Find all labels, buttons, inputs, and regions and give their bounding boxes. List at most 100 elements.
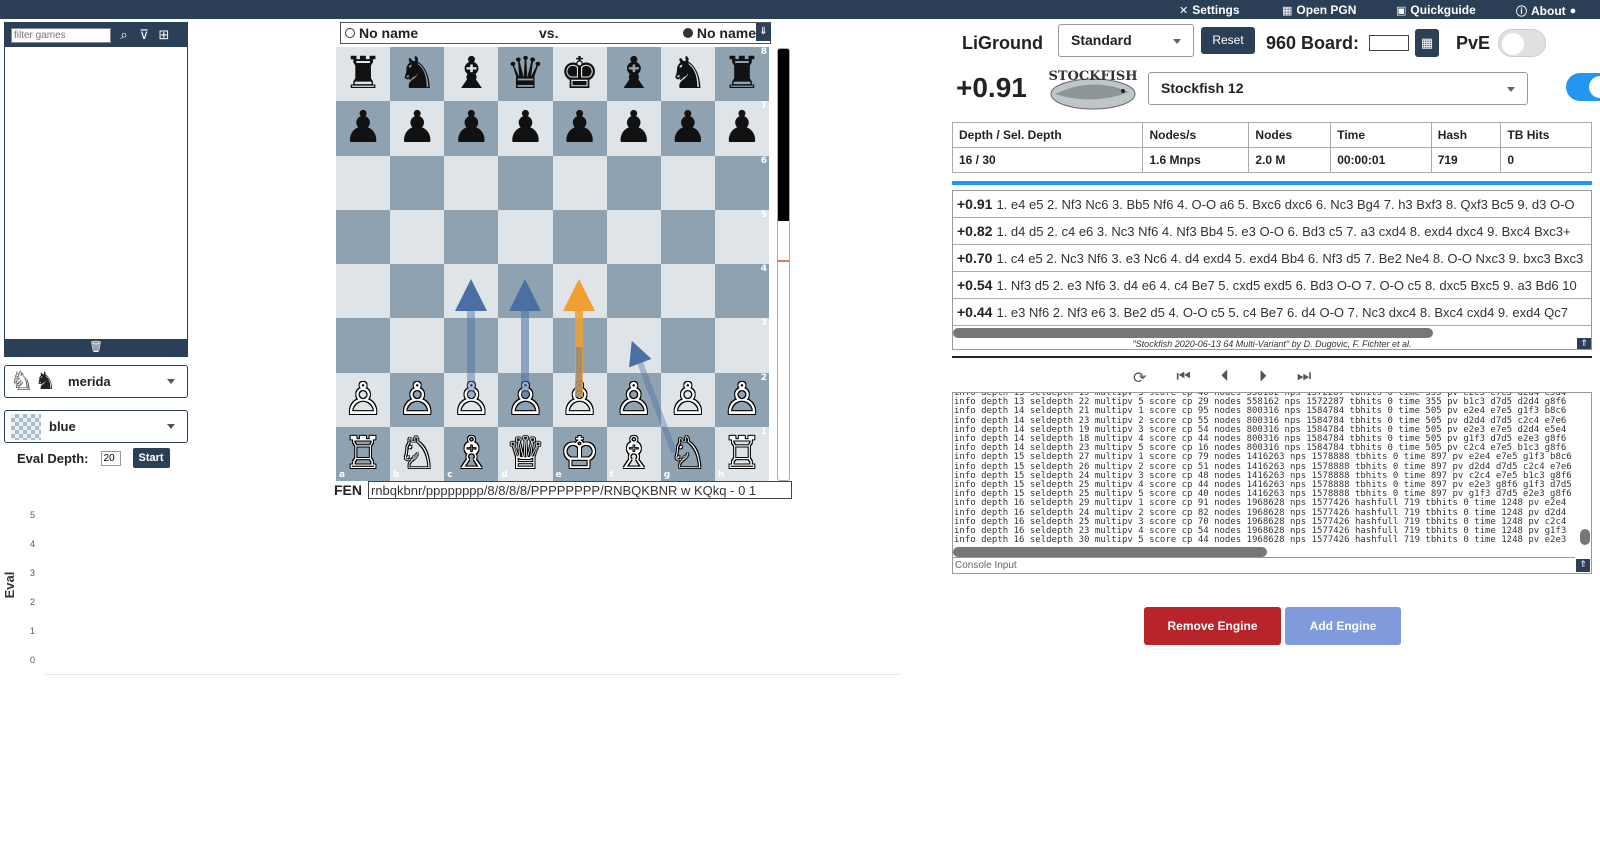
chess-piece-icon[interactable]: ♟ — [343, 106, 382, 150]
pv-horizontal-scrollbar[interactable] — [953, 328, 1433, 338]
console-vertical-scrollbar[interactable] — [1580, 529, 1590, 545]
square-e4[interactable] — [552, 264, 607, 319]
square-a1[interactable]: ♖ a — [336, 426, 391, 481]
square-d1[interactable]: ♕ d — [498, 426, 553, 481]
square-c4[interactable] — [444, 264, 499, 319]
square-g1[interactable]: ♘ g — [660, 426, 715, 481]
chess-piece-icon[interactable]: ♟ — [614, 106, 653, 150]
quickguide-menu[interactable]: ▣ Quickguide — [1396, 3, 1476, 17]
console-input[interactable]: Console Input — [953, 557, 1575, 573]
square-c2[interactable]: ♙ — [444, 372, 499, 427]
chess-piece-icon[interactable]: ♟ — [722, 106, 761, 150]
black-player-name[interactable]: No name — [697, 25, 756, 41]
square-b7[interactable]: ♟ — [390, 101, 445, 156]
chess-piece-icon[interactable]: ♜ — [343, 52, 382, 96]
square-d4[interactable] — [498, 264, 553, 319]
chess-piece-icon[interactable]: ♟ — [397, 106, 436, 150]
variant-select[interactable]: Standard — [1058, 24, 1194, 57]
first-move-icon[interactable]: ⏮ — [1176, 368, 1190, 388]
console-horizontal-scrollbar[interactable] — [953, 547, 1267, 557]
engine-toggle[interactable] — [1566, 73, 1600, 101]
square-e5[interactable] — [552, 209, 607, 264]
square-a4[interactable] — [336, 264, 391, 319]
square-b5[interactable] — [390, 209, 445, 264]
chess-piece-icon[interactable]: ♗ — [614, 431, 653, 476]
chess-piece-icon[interactable]: ♔ — [560, 431, 599, 476]
chess-piece-icon[interactable]: ♟ — [506, 106, 545, 150]
square-d7[interactable]: ♟ — [498, 101, 553, 156]
engine-select[interactable]: Stockfish 12 — [1148, 72, 1528, 105]
square-a7[interactable]: ♟ — [336, 101, 391, 156]
search-icon[interactable]: ⌕ — [117, 27, 131, 43]
square-g6[interactable] — [660, 155, 715, 210]
square-h7[interactable]: ♟ 7 — [714, 101, 769, 156]
chess-piece-icon[interactable]: ♝ — [614, 52, 653, 96]
square-d8[interactable]: ♛ — [498, 47, 553, 102]
square-h4[interactable]: 4 — [714, 264, 769, 319]
square-f7[interactable]: ♟ — [606, 101, 661, 156]
square-c1[interactable]: ♗ c — [444, 426, 499, 481]
delete-games-button[interactable]: 🗑 — [5, 339, 187, 356]
square-c7[interactable]: ♟ — [444, 101, 499, 156]
fen-input[interactable] — [368, 481, 792, 499]
next-move-icon[interactable]: ⏵ — [1259, 368, 1267, 388]
square-f8[interactable]: ♝ — [606, 47, 661, 102]
filter-games-input[interactable] — [11, 27, 111, 43]
square-h8[interactable]: ♜ 8 — [714, 47, 769, 102]
chess-piece-icon[interactable]: ♝ — [452, 52, 491, 96]
square-d3[interactable] — [498, 318, 553, 373]
eval-depth-input[interactable] — [100, 450, 121, 466]
square-e8[interactable]: ♚ — [552, 47, 607, 102]
square-h6[interactable]: 6 — [714, 155, 769, 210]
remove-engine-button[interactable]: Remove Engine — [1144, 607, 1281, 645]
square-c6[interactable] — [444, 155, 499, 210]
pve-toggle[interactable] — [1498, 29, 1547, 57]
chess-piece-icon[interactable]: ♞ — [397, 52, 436, 96]
pv-line[interactable]: +0.44 1. e3 Nf6 2. Nf3 e6 3. Be2 d5 4. O-… — [953, 299, 1591, 326]
chess-piece-icon[interactable]: ♟ — [560, 106, 599, 150]
square-g7[interactable]: ♟ — [660, 101, 715, 156]
chess-piece-icon[interactable]: ♙ — [343, 377, 382, 422]
chess-piece-icon[interactable]: ♙ — [506, 377, 545, 422]
square-a6[interactable] — [336, 155, 391, 210]
chess-piece-icon[interactable]: ♙ — [614, 377, 653, 422]
chess-piece-icon[interactable]: ♙ — [668, 377, 707, 422]
square-c5[interactable] — [444, 209, 499, 264]
square-e7[interactable]: ♟ — [552, 101, 607, 156]
square-h3[interactable]: 3 — [714, 318, 769, 373]
chess-piece-icon[interactable]: ♘ — [397, 431, 436, 476]
pv-line[interactable]: +0.54 1. Nf3 d5 2. e3 Nf6 3. d4 e6 4. c4 … — [953, 272, 1591, 299]
open-pgn-menu[interactable]: ▦ Open PGN — [1282, 3, 1356, 17]
square-b3[interactable] — [390, 318, 445, 373]
board-theme-select[interactable]: blue — [4, 410, 188, 443]
square-g8[interactable]: ♞ — [660, 47, 715, 102]
square-g2[interactable]: ♙ — [660, 372, 715, 427]
reset-button[interactable]: Reset — [1201, 27, 1255, 54]
settings-menu[interactable]: ✕ Settings — [1179, 3, 1240, 17]
pv-line[interactable]: +0.70 1. c4 e5 2. Nc3 Nf6 3. e3 Nc6 4. d4… — [953, 245, 1591, 272]
square-e6[interactable] — [552, 155, 607, 210]
square-a3[interactable] — [336, 318, 391, 373]
add-engine-button[interactable]: Add Engine — [1285, 607, 1401, 645]
square-g5[interactable] — [660, 209, 715, 264]
square-h2[interactable]: ♙ 2 — [714, 372, 769, 427]
download-icon[interactable]: ⇓ — [756, 23, 771, 41]
square-e1[interactable]: ♔ e — [552, 426, 607, 481]
expand-icon[interactable]: ⇑ — [1576, 559, 1590, 572]
square-f2[interactable]: ♙ — [606, 372, 661, 427]
square-b8[interactable]: ♞ — [390, 47, 445, 102]
square-d5[interactable] — [498, 209, 553, 264]
grid-icon[interactable]: ⊞ — [157, 27, 171, 43]
square-h1[interactable]: ♖ 1 h — [714, 426, 769, 481]
square-b2[interactable]: ♙ — [390, 372, 445, 427]
expand-icon[interactable]: ⇑ — [1577, 338, 1591, 349]
filter-clear-icon[interactable]: ⊽ — [137, 27, 151, 43]
chess-piece-icon[interactable]: ♙ — [397, 377, 436, 422]
pv-line[interactable]: +0.82 1. d4 d5 2. c4 e6 3. Nc3 Nf6 4. Nf3… — [953, 218, 1591, 245]
square-a8[interactable]: ♜ — [336, 47, 391, 102]
square-b4[interactable] — [390, 264, 445, 319]
square-f6[interactable] — [606, 155, 661, 210]
random-board-icon[interactable]: ▦ — [1415, 29, 1440, 57]
chess-piece-icon[interactable]: ♕ — [506, 431, 545, 476]
pv-line[interactable]: +0.91 1. e4 e5 2. Nf3 Nc6 3. Bb5 Nf6 4. O… — [953, 191, 1591, 218]
